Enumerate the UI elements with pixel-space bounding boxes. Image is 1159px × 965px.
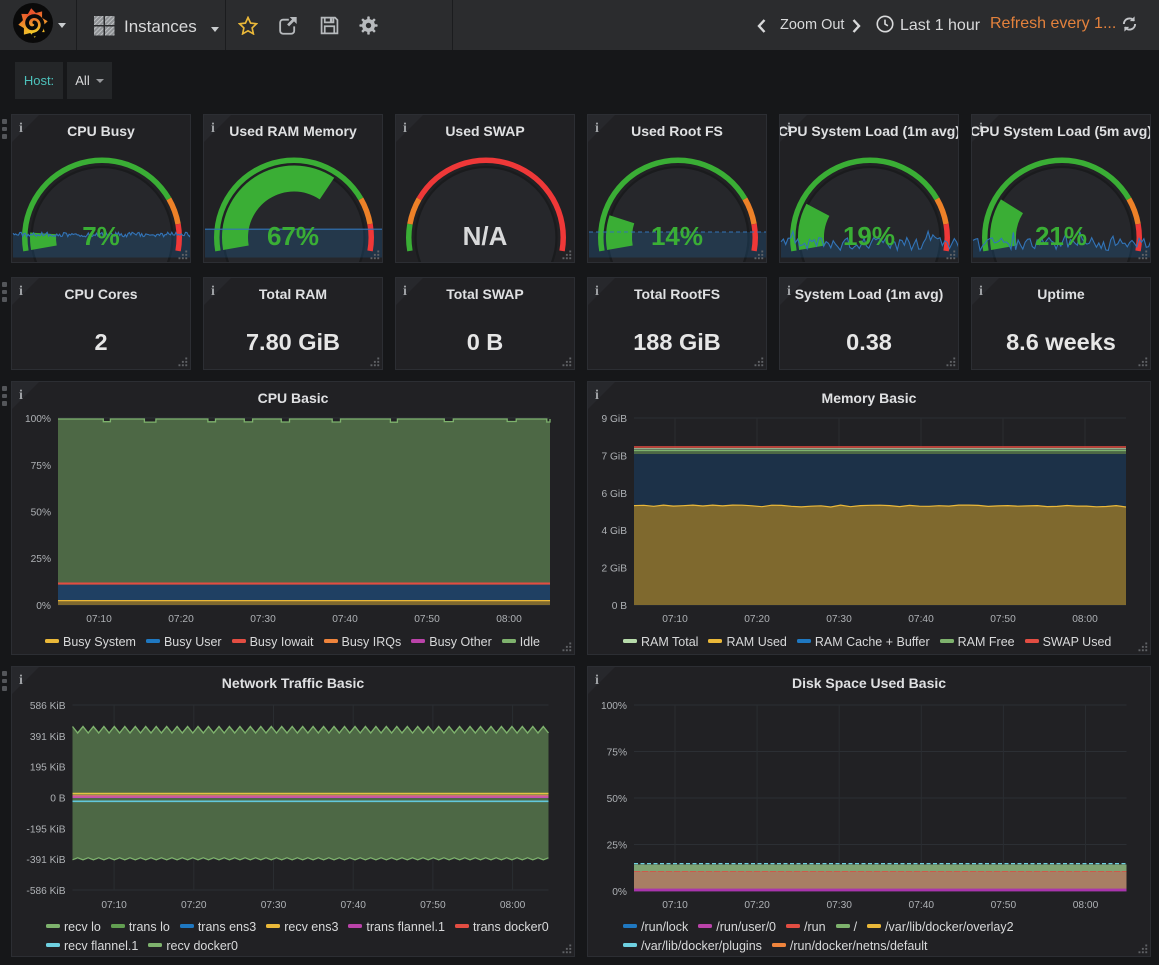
- svg-text:-586 KiB: -586 KiB: [26, 886, 65, 897]
- svg-text:07:40: 07:40: [908, 614, 934, 625]
- svg-text:4 GiB: 4 GiB: [602, 526, 628, 537]
- svg-text:07:30: 07:30: [826, 614, 852, 625]
- svg-text:100%: 100%: [25, 414, 51, 425]
- svg-text:9 GiB: 9 GiB: [602, 414, 628, 425]
- svg-text:07:20: 07:20: [744, 614, 770, 625]
- svg-text:6 GiB: 6 GiB: [602, 489, 628, 500]
- svg-text:07:50: 07:50: [991, 900, 1017, 911]
- svg-text:07:10: 07:10: [662, 614, 688, 625]
- svg-text:75%: 75%: [31, 461, 51, 472]
- svg-text:07:40: 07:40: [340, 900, 366, 911]
- svg-text:07:20: 07:20: [181, 900, 207, 911]
- svg-text:08:00: 08:00: [1073, 900, 1099, 911]
- svg-text:07:50: 07:50: [414, 614, 440, 625]
- svg-text:07:30: 07:30: [250, 614, 276, 625]
- svg-text:2 GiB: 2 GiB: [602, 564, 628, 575]
- svg-text:0 B: 0 B: [612, 601, 627, 612]
- svg-text:25%: 25%: [31, 554, 51, 565]
- svg-text:07:40: 07:40: [909, 900, 935, 911]
- svg-text:25%: 25%: [607, 841, 627, 852]
- svg-text:7 GiB: 7 GiB: [602, 451, 628, 462]
- svg-text:50%: 50%: [31, 508, 51, 519]
- svg-text:586 KiB: 586 KiB: [30, 701, 66, 712]
- svg-text:08:00: 08:00: [500, 900, 526, 911]
- svg-text:07:20: 07:20: [168, 614, 194, 625]
- svg-text:07:50: 07:50: [420, 900, 446, 911]
- svg-text:-195 KiB: -195 KiB: [26, 824, 65, 835]
- svg-text:0%: 0%: [612, 887, 627, 898]
- svg-text:195 KiB: 195 KiB: [30, 763, 66, 774]
- svg-text:07:40: 07:40: [332, 614, 358, 625]
- svg-text:50%: 50%: [607, 794, 627, 805]
- svg-text:08:00: 08:00: [496, 614, 522, 625]
- svg-text:07:10: 07:10: [101, 900, 127, 911]
- svg-text:07:20: 07:20: [744, 900, 770, 911]
- svg-text:07:10: 07:10: [662, 900, 688, 911]
- svg-text:0%: 0%: [36, 601, 51, 612]
- svg-text:0 B: 0 B: [50, 793, 65, 804]
- svg-text:-391 KiB: -391 KiB: [26, 855, 65, 866]
- svg-text:07:10: 07:10: [86, 614, 112, 625]
- svg-text:07:30: 07:30: [261, 900, 287, 911]
- svg-text:08:00: 08:00: [1072, 614, 1098, 625]
- svg-text:07:50: 07:50: [990, 614, 1016, 625]
- svg-text:100%: 100%: [601, 701, 627, 712]
- svg-text:75%: 75%: [607, 748, 627, 759]
- svg-text:391 KiB: 391 KiB: [30, 732, 66, 743]
- svg-text:07:30: 07:30: [826, 900, 852, 911]
